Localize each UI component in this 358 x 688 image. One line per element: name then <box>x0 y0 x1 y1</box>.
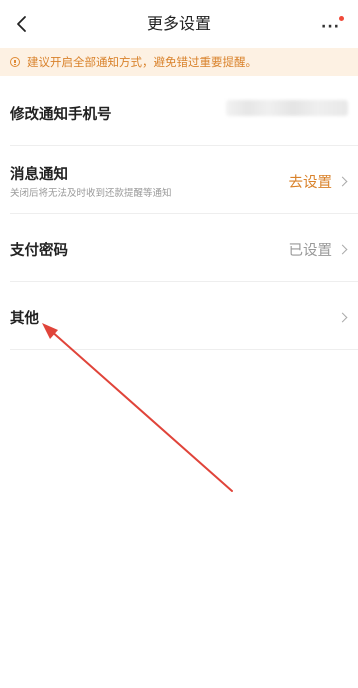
annotation-arrow <box>42 323 233 492</box>
more-settings-page: 更多设置 ··· 建议开启全部通知方式，避免错过重要提醒。 修改通知手机号 消息… <box>0 0 358 688</box>
